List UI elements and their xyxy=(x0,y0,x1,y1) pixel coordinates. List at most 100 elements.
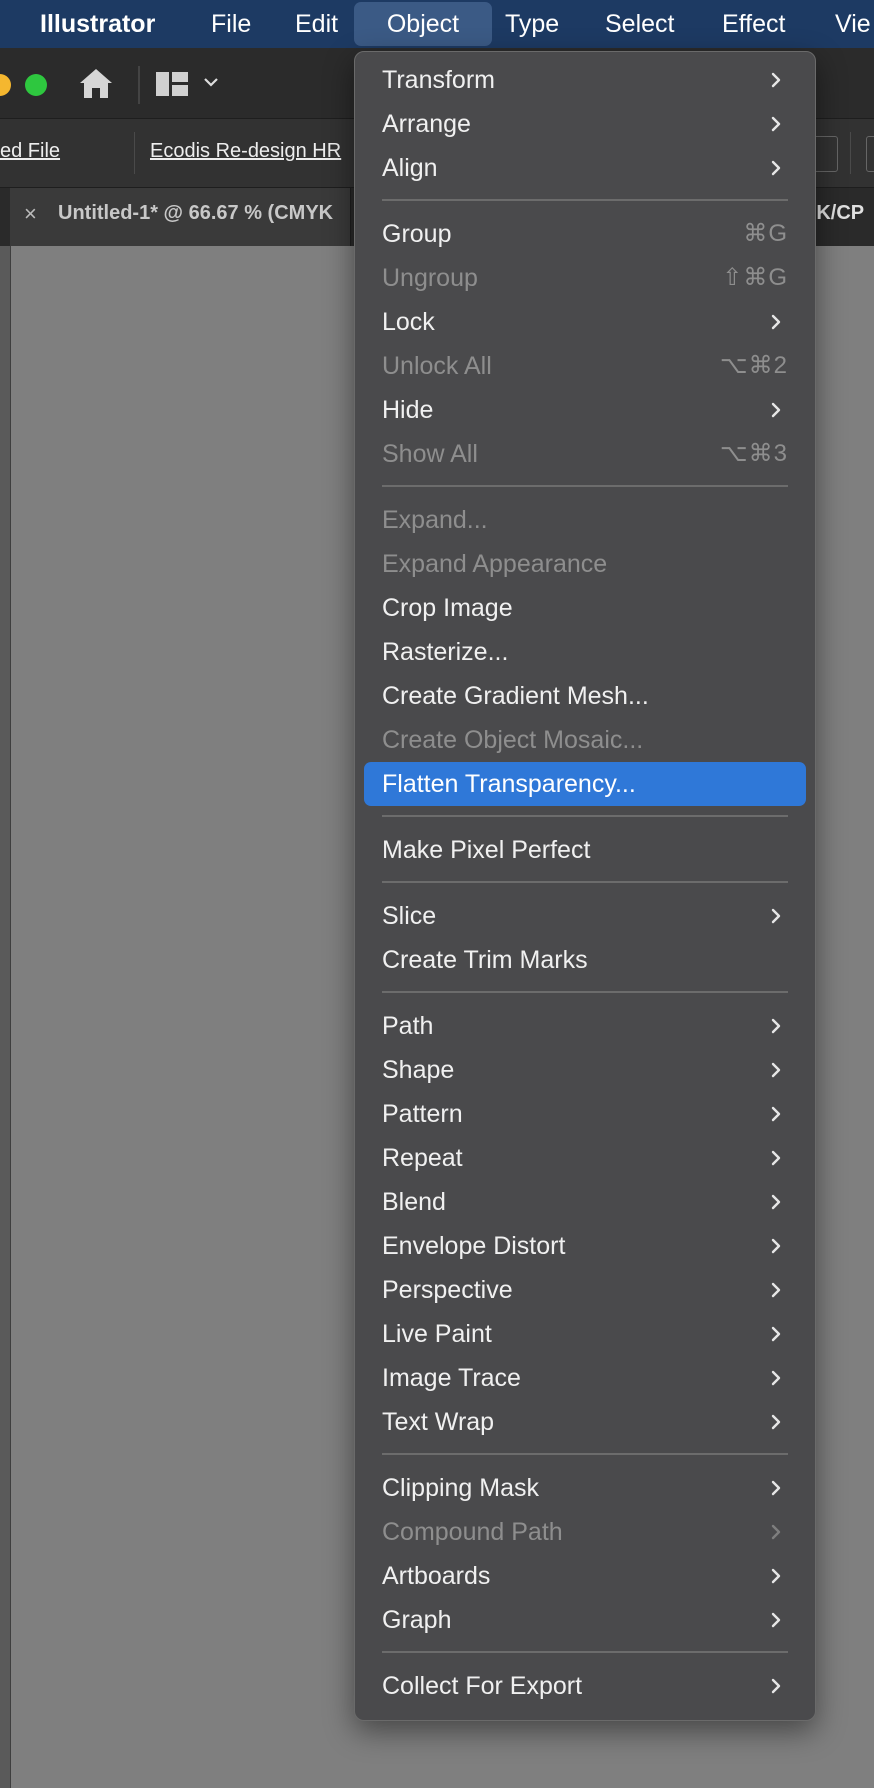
menu-item-label: Shape xyxy=(382,1056,455,1084)
menu-item-label: Artboards xyxy=(382,1562,491,1590)
control-field[interactable] xyxy=(866,136,874,172)
home-icon[interactable] xyxy=(76,64,116,104)
object-menu: Transform Arrange Align Group ⌘G Ungroup ⇧⌘G Lo… xyxy=(354,51,816,1721)
menu-bar-file[interactable]: File xyxy=(211,0,251,48)
document-tab-title[interactable]: Untitled-1* @ 66.67 % (CMYK xyxy=(58,202,333,225)
menu-bar-effect[interactable]: Effect xyxy=(722,0,785,48)
menu-item-label: Unlock All xyxy=(382,352,492,380)
canvas-edge xyxy=(0,246,10,1788)
menu-item-live-paint[interactable]: Live Paint xyxy=(364,1312,806,1356)
menu-item-label: Ungroup xyxy=(382,264,478,292)
menu-bar-app-illustrator[interactable]: Illustrator xyxy=(40,0,155,48)
menu-item-lock[interactable]: Lock xyxy=(364,300,806,344)
menu-item-transform[interactable]: Transform xyxy=(364,58,806,102)
menu-item-repeat[interactable]: Repeat xyxy=(364,1136,806,1180)
menu-item-label: Pattern xyxy=(382,1100,463,1128)
menu-separator xyxy=(382,485,788,487)
chevron-right-icon xyxy=(768,116,784,132)
menu-bar-select[interactable]: Select xyxy=(605,0,674,48)
menu-item-align[interactable]: Align xyxy=(364,146,806,190)
chevron-right-icon xyxy=(768,1282,784,1298)
menu-bar-edit[interactable]: Edit xyxy=(295,0,338,48)
chevron-right-icon xyxy=(768,1612,784,1628)
menu-item-shortcut: ⌥⌘2 xyxy=(719,352,788,379)
menu-item-unlock-all[interactable]: Unlock All ⌥⌘2 xyxy=(364,344,806,388)
menu-item-shortcut: ⌥⌘3 xyxy=(719,440,788,467)
chevron-right-icon xyxy=(768,1106,784,1122)
menu-bar-type[interactable]: Type xyxy=(505,0,559,48)
file-bar-divider xyxy=(850,132,851,174)
menu-item-blend[interactable]: Blend xyxy=(364,1180,806,1224)
chevron-right-icon xyxy=(768,1414,784,1430)
chevron-right-icon xyxy=(768,1238,784,1254)
menu-item-label: Repeat xyxy=(382,1144,463,1172)
menu-separator xyxy=(382,815,788,817)
menu-item-shortcut: ⇧⌘G xyxy=(722,264,788,291)
menu-item-label: Flatten Transparency... xyxy=(382,770,636,798)
chevron-right-icon xyxy=(768,1370,784,1386)
chevron-down-icon[interactable] xyxy=(203,72,219,93)
menu-item-label: Expand... xyxy=(382,506,488,534)
menu-bar-view[interactable]: Vie xyxy=(835,0,871,48)
menu-item-path[interactable]: Path xyxy=(364,1004,806,1048)
menu-item-label: Create Object Mosaic... xyxy=(382,726,644,754)
menu-separator xyxy=(382,991,788,993)
menu-item-flatten-transparency[interactable]: Flatten Transparency... xyxy=(364,762,806,806)
menu-item-rasterize[interactable]: Rasterize... xyxy=(364,630,806,674)
menu-item-artboards[interactable]: Artboards xyxy=(364,1554,806,1598)
menu-item-perspective[interactable]: Perspective xyxy=(364,1268,806,1312)
close-icon[interactable]: × xyxy=(24,201,37,227)
menu-item-shape[interactable]: Shape xyxy=(364,1048,806,1092)
menu-item-label: Image Trace xyxy=(382,1364,521,1392)
menu-item-text-wrap[interactable]: Text Wrap xyxy=(364,1400,806,1444)
menu-item-label: Transform xyxy=(382,66,495,94)
menu-item-label: Blend xyxy=(382,1188,446,1216)
menu-item-label: Create Trim Marks xyxy=(382,946,588,974)
menu-item-label: Lock xyxy=(382,308,435,336)
chevron-right-icon xyxy=(768,1326,784,1342)
menu-item-label: Align xyxy=(382,154,438,182)
zoom-window-button[interactable] xyxy=(25,74,47,96)
workspace-switcher-icon[interactable] xyxy=(154,70,190,100)
menu-item-shortcut: ⌘G xyxy=(743,220,788,247)
menu-item-create-trim-marks[interactable]: Create Trim Marks xyxy=(364,938,806,982)
menu-item-image-trace[interactable]: Image Trace xyxy=(364,1356,806,1400)
chevron-right-icon xyxy=(768,1678,784,1694)
menu-item-arrange[interactable]: Arrange xyxy=(364,102,806,146)
menu-item-ungroup[interactable]: Ungroup ⇧⌘G xyxy=(364,256,806,300)
chevron-right-icon xyxy=(768,1194,784,1210)
toolbar-divider xyxy=(138,66,140,104)
chevron-right-icon xyxy=(768,1062,784,1078)
menu-item-pattern[interactable]: Pattern xyxy=(364,1092,806,1136)
linked-file-link[interactable]: ed File xyxy=(0,140,60,163)
document-name-link[interactable]: Ecodis Re-design HR xyxy=(150,140,341,163)
menu-item-label: Crop Image xyxy=(382,594,513,622)
menu-item-expand[interactable]: Expand... xyxy=(364,498,806,542)
menu-item-label: Make Pixel Perfect xyxy=(382,836,591,864)
menu-item-envelope-distort[interactable]: Envelope Distort xyxy=(364,1224,806,1268)
menu-item-label: Create Gradient Mesh... xyxy=(382,682,649,710)
menu-item-group[interactable]: Group ⌘G xyxy=(364,212,806,256)
menu-item-show-all[interactable]: Show All ⌥⌘3 xyxy=(364,432,806,476)
menu-item-slice[interactable]: Slice xyxy=(364,894,806,938)
menu-item-collect-for-export[interactable]: Collect For Export xyxy=(364,1664,806,1708)
menu-item-compound-path[interactable]: Compound Path xyxy=(364,1510,806,1554)
menu-separator xyxy=(382,881,788,883)
chevron-right-icon xyxy=(768,1524,784,1540)
menu-bar: Illustrator File Edit Object Type Select… xyxy=(0,0,874,48)
chevron-right-icon xyxy=(768,314,784,330)
menu-item-expand-appearance[interactable]: Expand Appearance xyxy=(364,542,806,586)
menu-item-graph[interactable]: Graph xyxy=(364,1598,806,1642)
chevron-right-icon xyxy=(768,1480,784,1496)
menu-item-label: Slice xyxy=(382,902,437,930)
menu-item-label: Envelope Distort xyxy=(382,1232,566,1260)
menu-item-label: Rasterize... xyxy=(382,638,509,666)
menu-bar-object[interactable]: Object xyxy=(354,2,492,46)
menu-item-hide[interactable]: Hide xyxy=(364,388,806,432)
menu-separator xyxy=(382,1453,788,1455)
menu-item-crop-image[interactable]: Crop Image xyxy=(364,586,806,630)
menu-item-create-object-mosaic[interactable]: Create Object Mosaic... xyxy=(364,718,806,762)
menu-item-create-gradient-mesh[interactable]: Create Gradient Mesh... xyxy=(364,674,806,718)
menu-item-make-pixel-perfect[interactable]: Make Pixel Perfect xyxy=(364,828,806,872)
menu-item-clipping-mask[interactable]: Clipping Mask xyxy=(364,1466,806,1510)
